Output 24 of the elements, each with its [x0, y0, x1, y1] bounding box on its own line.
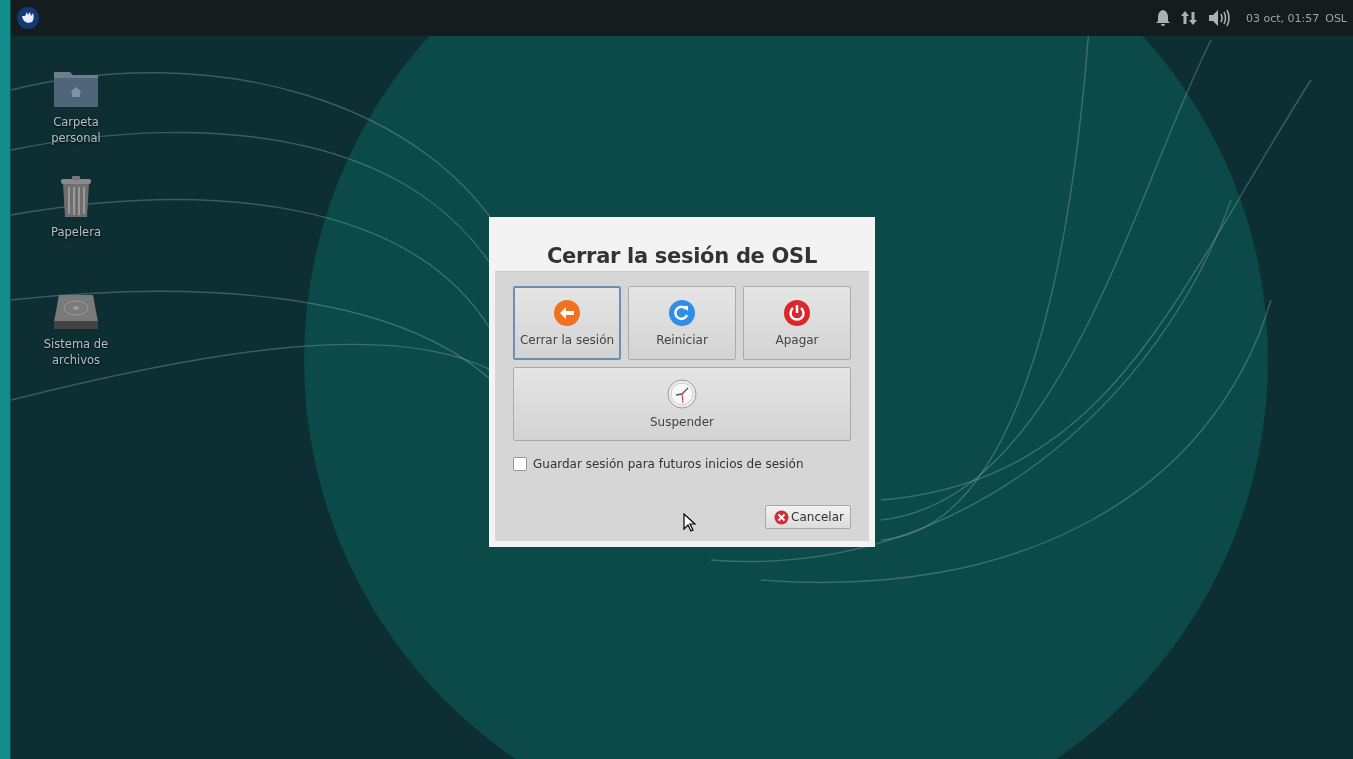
checkbox[interactable] — [513, 457, 527, 471]
desktop-icon-label[interactable]: Papelera — [36, 224, 116, 240]
desktop-icon-label[interactable]: Carpeta personal — [36, 114, 116, 146]
checkbox-label[interactable]: Guardar sesión para futuros inicios de sesión — [533, 457, 804, 471]
mouse-pointer-icon — [683, 513, 696, 532]
power-icon — [783, 299, 811, 327]
clock[interactable]: 03 oct, 01:57 — [1245, 11, 1320, 25]
suspend-button[interactable]: Suspender — [513, 367, 851, 441]
network-arrows-icon[interactable] — [1180, 10, 1198, 26]
cancel-button[interactable]: Cancelar — [765, 505, 851, 529]
desktop-icon-label[interactable]: Sistema de archivos — [36, 336, 116, 368]
dialog-title: Cerrar la sesión de OSL — [545, 243, 819, 270]
hard-drive-icon[interactable] — [53, 294, 99, 330]
speaker-icon[interactable] — [1207, 9, 1230, 27]
trash-can-icon[interactable] — [60, 176, 92, 218]
user-name[interactable]: OSL — [1325, 11, 1347, 25]
clock-icon — [667, 379, 697, 409]
logout-button[interactable]: Cerrar la sesión — [513, 286, 621, 360]
shutdown-button[interactable]: Apagar — [743, 286, 851, 360]
app-menu-icon[interactable] — [17, 7, 39, 29]
bell-icon[interactable] — [1154, 9, 1171, 27]
cancel-icon — [774, 509, 790, 525]
restart-button[interactable]: Reiniciar — [628, 286, 736, 360]
restart-icon — [668, 299, 696, 327]
